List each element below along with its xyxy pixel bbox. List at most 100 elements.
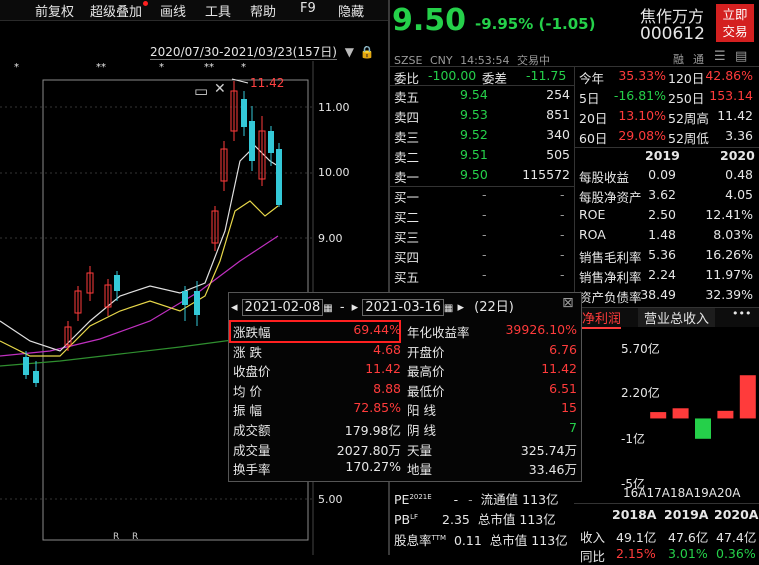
window-icon[interactable]: ▭	[194, 82, 208, 100]
toolbar-fuquan[interactable]: 前复权	[35, 1, 74, 20]
event-star[interactable]: *	[14, 62, 19, 73]
popup-value: 11.42	[541, 361, 577, 377]
separator	[574, 503, 759, 504]
popup-label: 成交额	[233, 423, 271, 438]
mini-x-label: 16A	[623, 486, 647, 500]
perf-label: 52周高	[668, 111, 709, 126]
fin-value: 38.49	[640, 287, 676, 302]
notification-dot-icon	[143, 1, 148, 6]
next-arrow-icon[interactable]: ▸	[352, 300, 359, 315]
toolbar-draw[interactable]: 画线	[160, 1, 186, 20]
event-star[interactable]: *	[241, 62, 246, 73]
tab-revenue[interactable]: 营业总收入	[638, 308, 716, 327]
profit-bar[interactable]	[695, 418, 711, 439]
order-label: 买一	[394, 190, 420, 205]
popup-label: 换手率	[233, 462, 271, 478]
order-price: -	[482, 207, 487, 222]
date-range[interactable]: 2020/07/30-2021/03/23(157日) ▼ 🔒	[150, 43, 375, 60]
date-range-text[interactable]: 2020/07/30-2021/03/23(157日)	[150, 45, 337, 60]
popup-label: 均 价	[233, 383, 262, 399]
event-star[interactable]: **	[204, 62, 214, 73]
toolbar-hide[interactable]: 隐藏	[338, 1, 364, 20]
order-label: 卖三	[394, 130, 420, 145]
popup-label: 阴 线	[407, 423, 436, 438]
end-date-field[interactable]: 2021-03-16	[362, 299, 444, 316]
fin-value: 11.97%	[705, 267, 753, 282]
zsz-label: 总市值	[477, 512, 516, 527]
r-mark: R	[132, 532, 139, 542]
mini-y-label: 2.20亿	[621, 386, 660, 400]
order-volume: 254	[546, 87, 570, 102]
candle	[194, 291, 200, 315]
menu-icon[interactable]: ☰	[714, 49, 726, 64]
next-arrow-icon[interactable]: ▸	[458, 300, 465, 315]
order-price: -	[482, 247, 487, 262]
gxl-label: 股息率	[394, 533, 432, 548]
day-count: (22日)	[474, 300, 514, 315]
popup-value: 33.46万	[528, 462, 577, 478]
order-price: 9.53	[460, 107, 488, 122]
rev-label: 收入	[580, 530, 606, 545]
order-price: 9.52	[460, 127, 488, 142]
event-star[interactable]: *	[159, 62, 164, 73]
mini-y-label: -1亿	[621, 432, 645, 446]
start-date-field[interactable]: 2021-02-08	[241, 299, 324, 316]
rev-value: 47.4亿	[716, 530, 757, 545]
gxl-row: 股息率TTM 0.11 总市值 113亿	[394, 530, 568, 549]
candle	[33, 371, 39, 383]
fin-value: 3.62	[648, 187, 676, 202]
perf-value: 153.14	[709, 88, 753, 103]
more-icon[interactable]: •••	[732, 307, 751, 320]
popup-label: 收盘价	[233, 364, 271, 380]
dropdown-triangle-icon[interactable]: ▼	[345, 45, 354, 59]
candle	[114, 275, 120, 291]
calendar-icon[interactable]: ▦	[444, 303, 453, 314]
rev-year: 2020A	[714, 507, 759, 522]
close-icon[interactable]: ⊠	[562, 295, 574, 311]
toolbar-f9[interactable]: F9	[300, 1, 316, 16]
zsz2-value: 113亿	[531, 533, 568, 548]
high-price-label: 11.42	[250, 76, 285, 90]
yoy-value: 0.36%	[716, 546, 756, 561]
gxl-value: 0.11	[453, 533, 482, 548]
tab-net-profit[interactable]: 净利润	[582, 308, 622, 329]
order-label: 卖四	[394, 110, 420, 125]
fin-label: 每股收益	[579, 170, 630, 185]
fin-label: ROA	[579, 227, 606, 242]
profit-bar[interactable]	[650, 412, 667, 419]
zsz2-label: 总市值	[489, 533, 528, 548]
toolbar-overlay[interactable]: 超级叠加	[90, 1, 142, 20]
pb-value: 2.35	[442, 512, 470, 527]
close-icon[interactable]: ✕	[214, 81, 226, 97]
y-tick: 10.00	[318, 166, 350, 179]
popup-value: 170.27%	[345, 459, 401, 475]
popup-label: 地量	[407, 462, 433, 478]
toolbar-tools[interactable]: 工具	[205, 1, 231, 20]
mini-x-label: 20A	[716, 486, 741, 500]
fin-value: 4.05	[725, 187, 753, 202]
pe-sup: 2021E	[409, 492, 432, 501]
trade-button[interactable]: 立即交易	[716, 4, 754, 42]
rong-badge[interactable]: 融	[673, 51, 684, 67]
lock-icon[interactable]: 🔒	[360, 45, 375, 59]
order-label: 买五	[394, 270, 420, 285]
event-star[interactable]: **	[96, 62, 106, 73]
rev-value: 49.1亿	[616, 530, 657, 545]
candle	[182, 291, 188, 305]
profit-bar[interactable]	[739, 375, 756, 419]
yoy-value: 3.01%	[668, 546, 708, 561]
prev-arrow-icon[interactable]: ◂	[231, 300, 238, 315]
pb-row: PBLF 2.35 总市值 113亿	[394, 509, 556, 528]
popup-header: ◂ 2021-02-08 ▦ - ▸ 2021-03-16 ▦ ▸ (22日)	[231, 296, 514, 316]
fin-year: 2019	[645, 148, 680, 163]
tong-badge[interactable]: 通	[693, 51, 704, 67]
popup-value: 72.85%	[353, 400, 401, 416]
profit-bar[interactable]	[672, 408, 689, 419]
order-volume: 115572	[522, 167, 570, 182]
mini-y-label: 5.70亿	[621, 342, 660, 356]
profit-bar[interactable]	[717, 410, 734, 419]
calendar-icon[interactable]: ▦	[323, 303, 332, 314]
collapse-icon[interactable]: ▤	[735, 49, 747, 64]
toolbar-help[interactable]: 帮助	[250, 1, 276, 20]
pe-label: PE	[394, 492, 410, 507]
